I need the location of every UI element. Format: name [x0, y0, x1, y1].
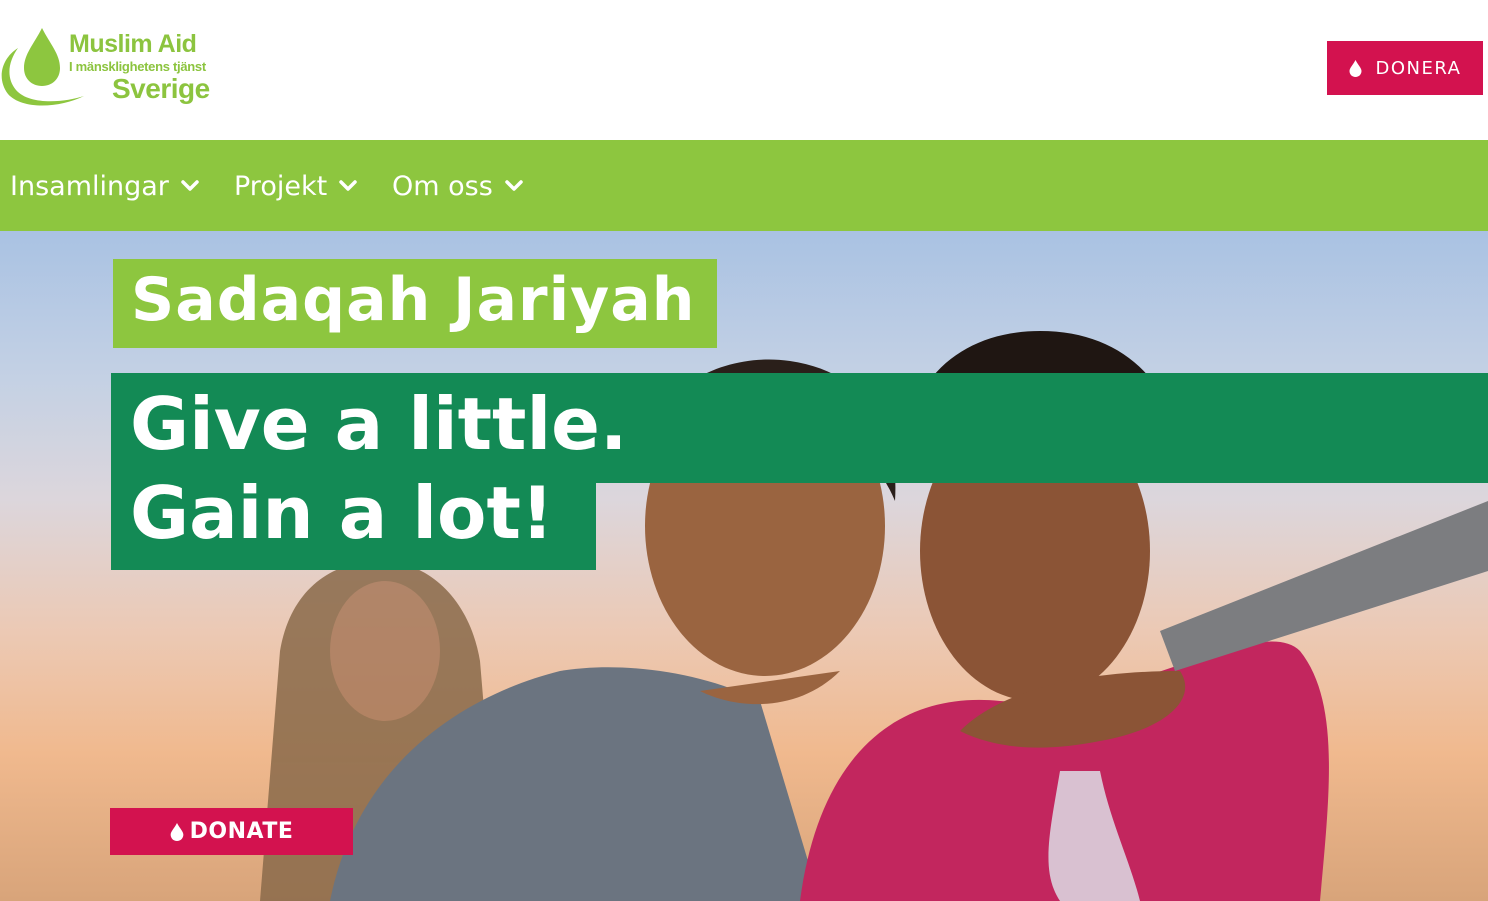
nav-item-label: Om oss	[392, 170, 493, 202]
campaign-tag-label: Sadaqah Jariyah	[131, 265, 696, 335]
donate-button[interactable]: DONATE	[110, 808, 353, 855]
hero-headline-line1: Give a little.	[130, 382, 628, 466]
chevron-down-icon	[339, 180, 357, 191]
drop-icon	[1349, 59, 1362, 77]
nav-item-label: Insamlingar	[10, 170, 169, 202]
chevron-down-icon	[505, 180, 523, 191]
hero-headline-line2: Gain a lot!	[130, 471, 554, 555]
nav-item-insamlingar[interactable]: Insamlingar	[10, 168, 199, 204]
logo-title: Muslim Aid	[69, 30, 197, 58]
drop-icon	[170, 822, 183, 841]
muslim-aid-logo[interactable]: Muslim Aid I mänsklighetens tjänst Sveri…	[0, 26, 230, 110]
chevron-down-icon	[181, 180, 199, 191]
main-nav: Insamlingar Projekt Om oss	[0, 140, 1488, 231]
logo-country: Sverige	[112, 73, 210, 104]
site-header: Muslim Aid I mänsklighetens tjänst Sveri…	[0, 0, 1488, 139]
nav-item-om-oss[interactable]: Om oss	[392, 168, 523, 204]
donera-button[interactable]: DONERA	[1327, 41, 1483, 95]
nav-item-label: Projekt	[234, 170, 328, 202]
donera-button-label: DONERA	[1375, 57, 1462, 79]
hero-banner: Sadaqah Jariyah Give a little. Gain a lo…	[0, 231, 1488, 901]
logo-tagline: I mänsklighetens tjänst	[69, 59, 206, 74]
nav-item-projekt[interactable]: Projekt	[234, 168, 357, 204]
campaign-tag: Sadaqah Jariyah	[113, 259, 717, 348]
donate-button-label: DONATE	[189, 819, 294, 844]
